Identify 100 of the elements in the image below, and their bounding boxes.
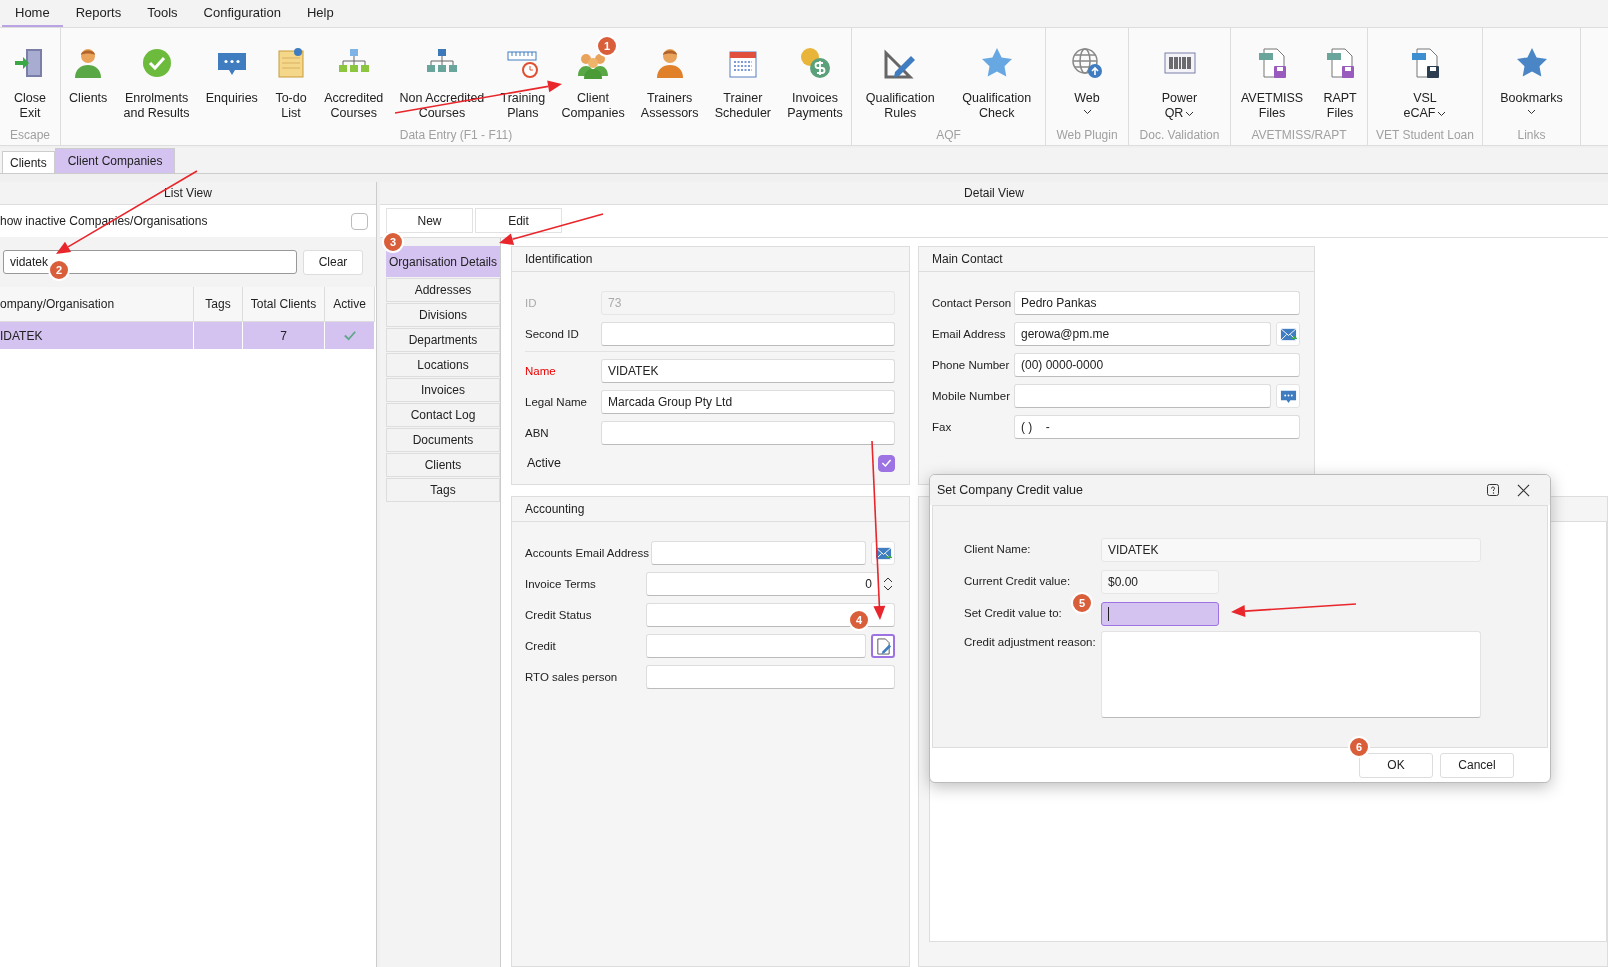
- input-field[interactable]: (00) 0000-0000: [1014, 353, 1300, 377]
- section-tab[interactable]: Documents: [386, 428, 500, 452]
- group-label: Data Entry (F1 - F11): [398, 128, 514, 144]
- panel-header: Detail View: [380, 182, 1608, 205]
- ribbon-button[interactable]: Invoices Payments: [785, 46, 845, 121]
- email-icon: [1279, 325, 1297, 343]
- table-cell[interactable]: IDATEK: [0, 322, 194, 349]
- sms-button[interactable]: [1276, 384, 1300, 408]
- section-tab[interactable]: Locations: [386, 353, 500, 377]
- help-icon: [1486, 483, 1500, 497]
- group-label: Links: [1516, 128, 1547, 144]
- group-label: Escape: [9, 128, 51, 144]
- section-tab[interactable]: Clients: [386, 453, 500, 477]
- section-tab[interactable]: Divisions: [386, 303, 500, 327]
- edit-document-icon: [874, 637, 892, 655]
- input-field[interactable]: 0: [646, 572, 879, 596]
- section-tab[interactable]: Invoices: [386, 378, 500, 402]
- field-label: Active: [527, 456, 562, 470]
- input-field: $0.00: [1101, 570, 1219, 594]
- field-label: ABN: [525, 427, 550, 439]
- checkbox[interactable]: [878, 454, 895, 472]
- clear-button[interactable]: Clear: [303, 249, 363, 275]
- field-label: Name: [525, 365, 557, 377]
- ribbon-button[interactable]: Training Plans: [498, 46, 548, 121]
- input-field[interactable]: [1101, 602, 1219, 626]
- ribbon-button[interactable]: Non Accredited Courses: [397, 46, 487, 121]
- ribbon-button[interactable]: Web: [1068, 46, 1106, 115]
- dialog-button[interactable]: Cancel: [1440, 752, 1514, 778]
- ribbon-button[interactable]: Trainer Scheduler: [712, 46, 773, 121]
- check-icon: [880, 457, 893, 469]
- column-header: Total Clients: [243, 287, 325, 322]
- ribbon-button[interactable]: RAPT Files: [1321, 46, 1360, 121]
- ribbon-button[interactable]: Enrolments and Results: [121, 46, 192, 121]
- panel-title: Main Contact: [919, 247, 1314, 272]
- field-label: RTO sales person: [525, 671, 619, 683]
- ribbon-button[interactable]: Qualification Check: [960, 46, 1034, 121]
- field-label: Email Address: [932, 328, 1007, 340]
- group-label: Web Plugin: [1055, 128, 1119, 144]
- field-label: Client Name:: [964, 543, 1031, 555]
- ribbon-button[interactable]: Enquiries: [203, 46, 260, 106]
- section-tab[interactable]: Departments: [386, 328, 500, 352]
- menu-item[interactable]: Reports: [62, 0, 135, 27]
- column-header: Active: [325, 287, 375, 322]
- document-tab[interactable]: Clients: [2, 151, 55, 173]
- ribbon-button[interactable]: Power QR: [1159, 46, 1200, 121]
- email-button[interactable]: [1276, 322, 1300, 346]
- section-tab[interactable]: Tags: [386, 478, 500, 502]
- field-label: ID: [525, 297, 538, 309]
- panel-title: Accounting: [512, 497, 909, 522]
- input-field[interactable]: ( ) -: [1014, 415, 1300, 439]
- section-tab[interactable]: Organisation Details: [386, 246, 500, 277]
- field-label: Mobile Number: [932, 390, 1011, 402]
- field-label: Credit adjustment reason:: [964, 636, 1096, 648]
- menu-item[interactable]: Configuration: [190, 0, 294, 27]
- field-label: Current Credit value:: [964, 575, 1071, 587]
- email-button[interactable]: [871, 541, 895, 565]
- group-label: AVETMISS/RAPT: [1250, 128, 1348, 144]
- table-cell: [194, 322, 243, 349]
- input-field[interactable]: gerowa@pm.me: [1014, 322, 1271, 346]
- section-tab[interactable]: Addresses: [386, 278, 500, 302]
- field-label: Accounts Email Address: [525, 547, 649, 559]
- menu-item[interactable]: Tools: [134, 0, 191, 27]
- field-label: Phone Number: [932, 359, 1011, 371]
- coins-icon: [798, 46, 832, 80]
- ribbon-button[interactable]: Trainers Assessors: [638, 46, 701, 121]
- input-field: VIDATEK: [1101, 538, 1481, 562]
- field-label: Second ID: [525, 328, 580, 340]
- ribbon-button[interactable]: Accredited Courses: [322, 46, 386, 121]
- spinner-icon[interactable]: [881, 576, 895, 592]
- toolbar-button[interactable]: New: [386, 208, 473, 233]
- panel-title: Identification: [512, 247, 909, 272]
- field-label: Fax: [932, 421, 953, 433]
- field-label: Set Credit value to:: [964, 607, 1062, 619]
- group-label: AQF: [935, 128, 962, 144]
- field-label: Legal Name: [525, 396, 588, 408]
- ribbon-button[interactable]: To-do List: [272, 46, 311, 121]
- panel-header: List View: [0, 182, 376, 205]
- table-cell: 7: [243, 322, 325, 349]
- input-field[interactable]: VIDATEK: [601, 359, 895, 383]
- ribbon-button[interactable]: Qualification Rules: [863, 46, 937, 121]
- checkbox[interactable]: [351, 212, 368, 230]
- input-field[interactable]: Pedro Pankas: [1014, 291, 1300, 315]
- menu-item[interactable]: Help: [293, 0, 347, 27]
- ribbon-button[interactable]: VSL eCAF: [1401, 46, 1449, 121]
- section-tab[interactable]: Contact Log: [386, 403, 500, 427]
- group-label: VET Student Loan: [1375, 128, 1475, 144]
- input-field[interactable]: Marcada Group Pty Ltd: [601, 390, 895, 414]
- column-header: Tags: [194, 287, 243, 322]
- field-label: Contact Person: [932, 297, 1012, 309]
- group-label: Doc. Validation: [1138, 128, 1221, 144]
- text-area[interactable]: [1101, 631, 1481, 718]
- ribbon-button[interactable]: Bookmarks: [1498, 46, 1565, 115]
- ribbon-button[interactable]: Clients: [67, 46, 110, 106]
- ribbon-button[interactable]: Close Exit: [11, 46, 49, 121]
- dialog-button[interactable]: OK: [1359, 752, 1433, 778]
- document-tab[interactable]: Client Companies: [54, 148, 176, 173]
- globe-icon: [1070, 46, 1104, 80]
- ribbon-button[interactable]: AVETMISS Files: [1238, 46, 1306, 121]
- edit-button[interactable]: [871, 634, 895, 658]
- toolbar-button[interactable]: Edit: [475, 208, 562, 233]
